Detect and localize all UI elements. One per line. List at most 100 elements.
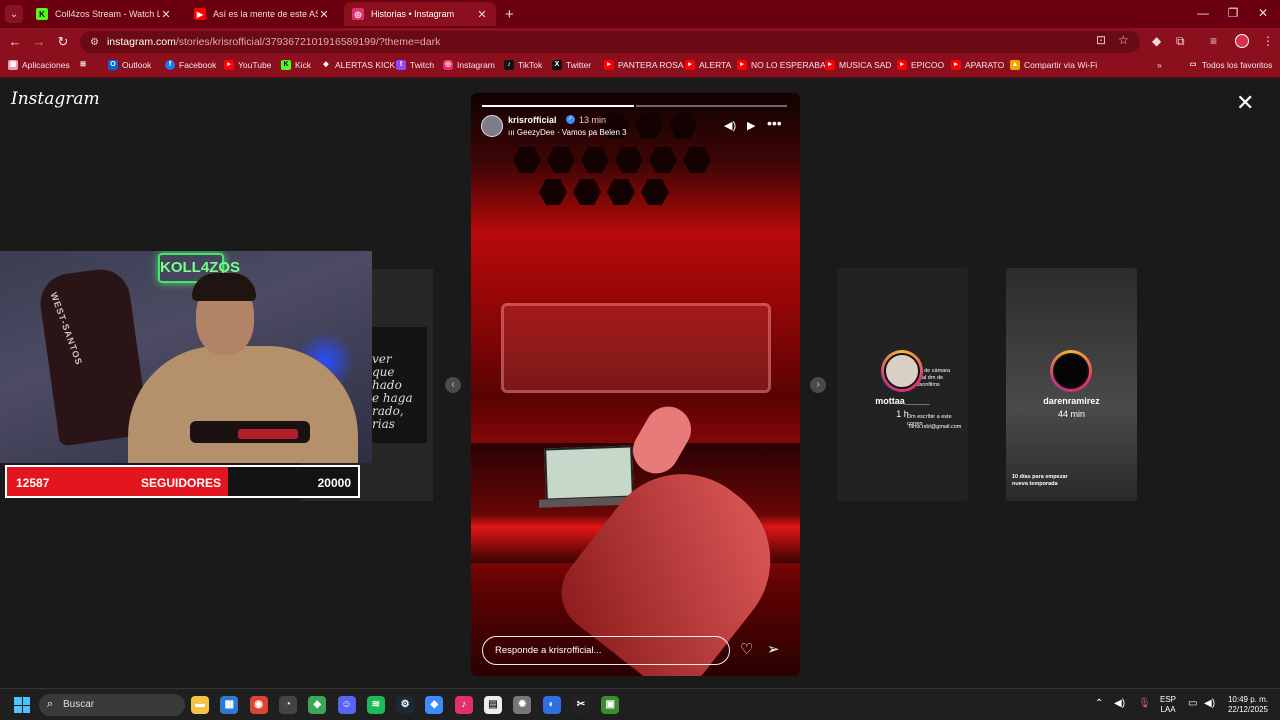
more-options-icon[interactable]: •••: [767, 115, 782, 131]
bookmark-pantera-rosa[interactable]: ▸ PANTERA ROSA: [604, 60, 684, 70]
windows-start-icon[interactable]: [14, 697, 30, 713]
send-icon[interactable]: ➢: [767, 640, 780, 658]
bookmark-youtube[interactable]: ▸ YouTube: [224, 60, 271, 70]
tab-kick[interactable]: K Coll4zos Stream - Watch Live o ✕: [28, 2, 180, 26]
back-button[interactable]: ←: [7, 34, 23, 49]
close-icon[interactable]: ✕: [1236, 92, 1254, 114]
maps-icon[interactable]: ◈: [308, 696, 327, 714]
youtube-icon: ▸: [951, 60, 961, 70]
microphone-icon[interactable]: 🎙: [1138, 698, 1151, 709]
heart-icon[interactable]: ♡: [740, 640, 753, 658]
bookmarks-overflow-button[interactable]: »: [1157, 60, 1162, 70]
bookmark-twitter[interactable]: X Twitter: [552, 60, 591, 70]
bookmark-compartir-wifi[interactable]: ▲ Compartir vía Wi-Fi: [1010, 60, 1097, 70]
menu-icon[interactable]: ⋮: [1262, 34, 1274, 48]
url-host: instagram.com: [106, 36, 176, 48]
close-icon[interactable]: ✕: [318, 8, 330, 21]
microphone-light: [238, 429, 298, 439]
story-username[interactable]: krisrofficial: [508, 115, 557, 125]
tiktok-icon: ♪: [504, 60, 514, 70]
settings-icon[interactable]: ✹: [513, 696, 532, 714]
bookmark-twitch[interactable]: t Twitch: [396, 60, 434, 70]
notepad-icon[interactable]: ▤: [484, 696, 502, 714]
volume-icon[interactable]: ◀): [1114, 698, 1125, 709]
bookmark-label: MUSICA SAD: [839, 60, 892, 70]
bookmark-kick[interactable]: K Kick: [281, 60, 311, 70]
extensions-icon[interactable]: ⧉: [1176, 34, 1185, 49]
taskbar-search[interactable]: ⌕ Buscar: [39, 694, 185, 716]
obs-icon[interactable]: ◔: [278, 696, 297, 714]
play-icon[interactable]: ▶: [747, 119, 755, 132]
minecraft-icon[interactable]: ▣: [601, 696, 620, 714]
steam-icon[interactable]: ⚙: [396, 696, 415, 714]
close-icon[interactable]: ✕: [476, 8, 488, 21]
music-label: GeezyDee · Vamos pa Belen 3: [516, 128, 627, 137]
next-story-button[interactable]: ›: [810, 377, 826, 393]
bookmark-alerta[interactable]: ▸ ALERTA: [685, 60, 731, 70]
tab-title: Coll4zos Stream - Watch Live o: [55, 9, 160, 19]
story-preview-darenramirez[interactable]: darenramirez 44 min 10 días para empezar…: [1006, 268, 1137, 501]
bookmark-epicoo[interactable]: ▸ EPICOO: [897, 60, 944, 70]
tab-instagram[interactable]: ◎ Historias • Instagram ✕: [344, 2, 496, 26]
bookmark-outlook[interactable]: O Outlook: [108, 60, 151, 70]
reload-button[interactable]: ↻: [55, 34, 71, 50]
bookmark-aparato[interactable]: ▸ APARATO: [951, 60, 1004, 70]
show-hidden-icons[interactable]: ⌃: [1095, 698, 1103, 709]
instagram-icon: ◎: [443, 60, 453, 70]
discord-icon[interactable]: ☺: [337, 696, 356, 714]
new-tab-button[interactable]: +: [505, 6, 514, 23]
tiktok-icon[interactable]: ♪: [454, 696, 473, 714]
microsoft-store-icon[interactable]: ▦: [220, 696, 239, 714]
tab-search-button[interactable]: ⌄: [5, 5, 23, 23]
restore-button[interactable]: ❐: [1218, 6, 1248, 20]
clock[interactable]: 10:49 p. m. 22/12/2025: [1224, 695, 1268, 715]
edge-like-icon[interactable]: ◐: [542, 696, 561, 714]
story-header: krisrofficial ✓ 13 min ııı GeezyDee · Va…: [481, 115, 791, 143]
address-bar[interactable]: ⚙ instagram.com/stories/krisrofficial/37…: [80, 31, 1140, 53]
capcut-icon[interactable]: ✂: [571, 696, 590, 714]
previous-story-button[interactable]: ‹: [445, 377, 461, 393]
x-icon: X: [552, 60, 562, 70]
media-control-icon[interactable]: ≡: [1210, 34, 1217, 48]
network-icon[interactable]: ▭: [1188, 698, 1197, 709]
bookmark-tiktok[interactable]: ♪ TikTok: [504, 60, 542, 70]
spotify-icon[interactable]: ≋: [366, 696, 385, 714]
volume-icon[interactable]: ◀): [724, 119, 736, 132]
chrome-icon[interactable]: ◉: [249, 696, 268, 714]
tab-youtube[interactable]: ▶ Así es la mente de este ASESIN ✕: [186, 2, 338, 26]
forward-button[interactable]: →: [31, 34, 47, 49]
close-icon[interactable]: ✕: [160, 8, 172, 21]
clock-date: 22/12/2025: [1227, 705, 1268, 714]
vpn-icon[interactable]: ◆: [425, 696, 444, 714]
all-bookmarks-button[interactable]: ▭ Todos los favoritos: [1188, 60, 1273, 70]
bookmark-no-lo-esperaba[interactable]: ▸ NO LO ESPERABA: [737, 60, 826, 70]
file-explorer-icon[interactable]: ▬: [191, 696, 209, 714]
bookmark-label: TikTok: [518, 60, 543, 70]
bookmark-grid[interactable]: ⊞: [78, 60, 92, 70]
bookmark-star-icon[interactable]: ☆: [1118, 33, 1129, 47]
profile-avatar[interactable]: [1235, 34, 1249, 48]
avatar[interactable]: [481, 115, 503, 137]
story-music[interactable]: ııı GeezyDee · Vamos pa Belen 3: [508, 128, 627, 137]
site-info-icon[interactable]: ⚙: [90, 37, 99, 48]
avatar: [1053, 353, 1089, 389]
bookmark-label: Kick: [295, 60, 312, 70]
bookmark-facebook[interactable]: f Facebook: [165, 60, 216, 70]
bookmark-label: Compartir vía Wi-Fi: [1024, 60, 1098, 70]
bookmark-instagram[interactable]: ◎ Instagram: [443, 60, 495, 70]
instagram-logo[interactable]: Instagram: [11, 89, 100, 109]
bookmark-aplicaciones[interactable]: ▦ Aplicaciones: [8, 60, 70, 70]
bookmark-alertas-kick[interactable]: ◆ ALERTAS KICK: [321, 60, 395, 70]
minimize-button[interactable]: —: [1188, 6, 1218, 20]
speaker-icon[interactable]: ◀): [1204, 698, 1215, 709]
install-app-icon[interactable]: ⊡: [1096, 33, 1106, 47]
bookmark-musica-sad[interactable]: ▸ MUSICA SAD: [825, 60, 891, 70]
story-preview-mottaa[interactable]: ...udor de cámara ...dos al dm de ...ord…: [837, 268, 968, 501]
wifi-share-icon: ▲: [1010, 60, 1020, 70]
extension-diamond-icon[interactable]: ◆: [1152, 34, 1161, 48]
close-window-button[interactable]: ✕: [1248, 6, 1278, 20]
outlook-icon: O: [108, 60, 118, 70]
reply-input[interactable]: Responde a krisrofficial...: [482, 636, 730, 665]
story-card[interactable]: krisrofficial ✓ 13 min ııı GeezyDee · Va…: [471, 93, 800, 676]
language-indicator[interactable]: ESP LAA: [1160, 695, 1176, 715]
